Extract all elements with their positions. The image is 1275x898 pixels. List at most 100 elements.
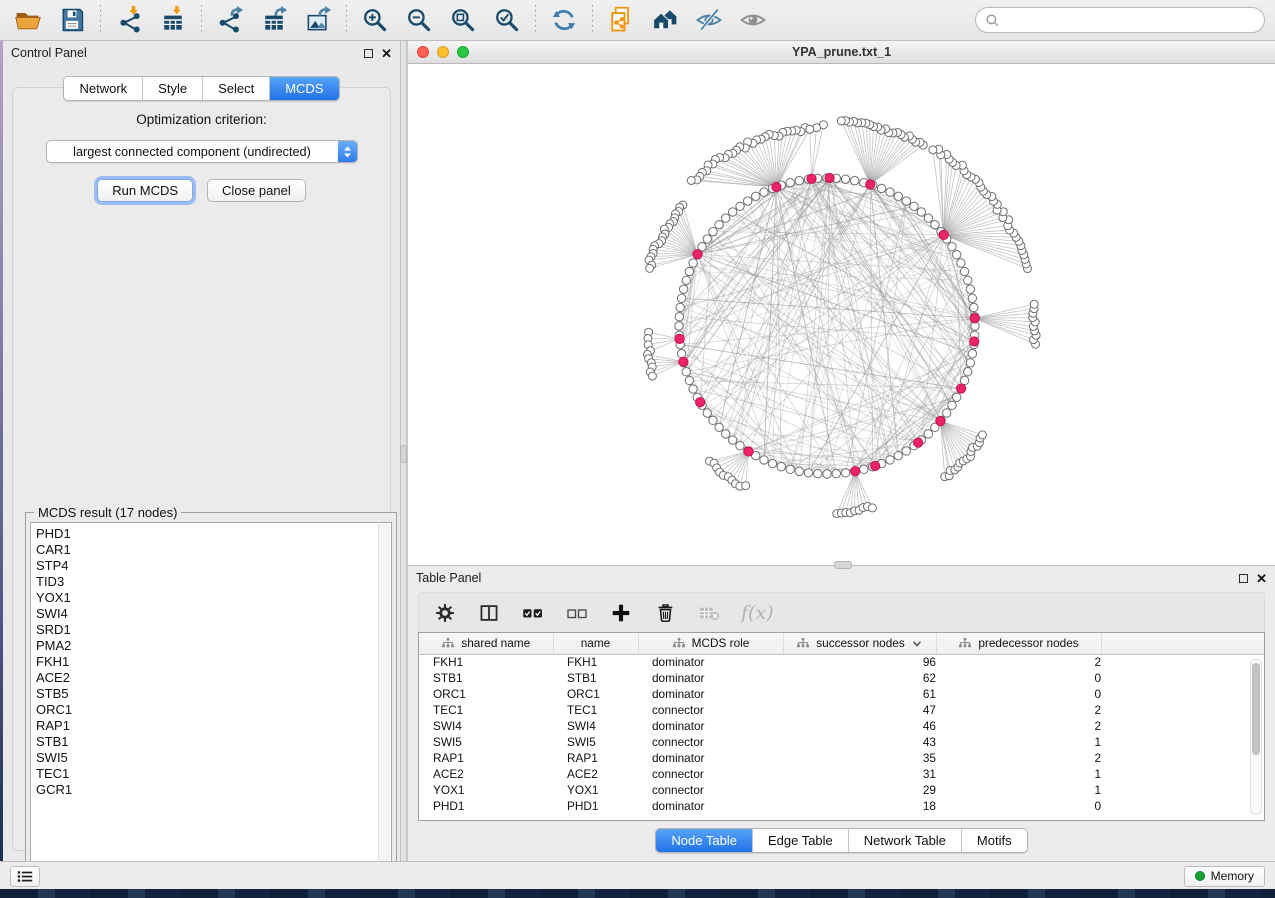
- network-node[interactable]: [709, 416, 717, 424]
- network-node[interactable]: [676, 303, 684, 311]
- network-node[interactable]: [646, 264, 654, 272]
- tab-select[interactable]: Select: [203, 77, 270, 100]
- mcds-node[interactable]: [744, 447, 753, 456]
- mcds-result-list[interactable]: PHD1 CAR1 STP4 TID3 YOX1 SWI4 SRD1 PMA2 …: [30, 522, 392, 879]
- network-node[interactable]: [970, 303, 978, 311]
- apply-layout-button[interactable]: [546, 3, 582, 37]
- network-node[interactable]: [736, 442, 744, 450]
- mcds-node[interactable]: [939, 230, 948, 239]
- network-node[interactable]: [841, 469, 849, 477]
- bird-eye-view-button[interactable]: [735, 3, 771, 37]
- table-settings-button[interactable]: [433, 601, 457, 625]
- network-node[interactable]: [964, 368, 972, 376]
- network-node[interactable]: [786, 178, 794, 186]
- network-node[interactable]: [868, 504, 876, 512]
- import-table-button[interactable]: [155, 3, 191, 37]
- table-scrollbar-thumb[interactable]: [1252, 663, 1260, 755]
- table-row[interactable]: SWI5SWI5connector431: [419, 734, 1264, 750]
- mcds-node[interactable]: [772, 182, 781, 191]
- network-node[interactable]: [742, 482, 750, 490]
- mcds-node[interactable]: [851, 467, 860, 476]
- network-node[interactable]: [952, 251, 960, 259]
- create-column-button[interactable]: [609, 601, 633, 625]
- network-node[interactable]: [929, 146, 937, 154]
- network-node[interactable]: [804, 469, 812, 477]
- memory-button[interactable]: Memory: [1184, 866, 1265, 887]
- mcds-node[interactable]: [970, 314, 979, 323]
- list-item[interactable]: STB5: [36, 686, 391, 702]
- network-node[interactable]: [752, 192, 760, 200]
- network-node[interactable]: [760, 188, 768, 196]
- network-node[interactable]: [964, 276, 972, 284]
- export-table-button[interactable]: [256, 3, 292, 37]
- list-item[interactable]: SRD1: [36, 622, 391, 638]
- table-row[interactable]: RAP1RAP1dominator352: [419, 750, 1264, 766]
- table-row[interactable]: TEC1TEC1connector472: [419, 702, 1264, 718]
- network-node[interactable]: [679, 285, 687, 293]
- network-node[interactable]: [924, 430, 932, 438]
- minimize-window-icon[interactable]: [437, 46, 449, 58]
- tab-edge-table[interactable]: Edge Table: [753, 829, 849, 852]
- network-node[interactable]: [728, 436, 736, 444]
- list-item[interactable]: PMA2: [36, 638, 391, 654]
- network-node[interactable]: [687, 176, 695, 184]
- network-node[interactable]: [966, 285, 974, 293]
- new-network-from-selection-button[interactable]: [603, 3, 639, 37]
- network-node[interactable]: [721, 214, 729, 222]
- network-node[interactable]: [715, 220, 723, 228]
- close-panel-icon[interactable]: ✕: [1256, 572, 1267, 585]
- mcds-node[interactable]: [970, 337, 979, 346]
- network-node[interactable]: [957, 259, 965, 267]
- list-item[interactable]: TEC1: [36, 766, 391, 782]
- network-node[interactable]: [902, 447, 910, 455]
- tab-network[interactable]: Network: [64, 77, 143, 100]
- task-history-button[interactable]: [10, 866, 40, 887]
- network-node[interactable]: [703, 409, 711, 417]
- network-node[interactable]: [948, 242, 956, 250]
- select-all-rows-button[interactable]: [521, 601, 545, 625]
- save-session-button[interactable]: [54, 3, 90, 37]
- list-item[interactable]: PHD1: [36, 526, 391, 542]
- network-node[interactable]: [931, 220, 939, 228]
- mcds-node[interactable]: [679, 357, 688, 366]
- close-window-icon[interactable]: [417, 46, 429, 58]
- tab-style[interactable]: Style: [143, 77, 203, 100]
- deselect-all-rows-button[interactable]: [565, 601, 589, 625]
- network-node[interactable]: [886, 188, 894, 196]
- network-node[interactable]: [814, 470, 822, 478]
- network-node[interactable]: [795, 467, 803, 475]
- network-node[interactable]: [877, 184, 885, 192]
- list-item[interactable]: GCR1: [36, 782, 391, 798]
- fit-content-button[interactable]: [445, 3, 481, 37]
- close-panel-button[interactable]: Close panel: [207, 179, 306, 202]
- column-header-mcds-role[interactable]: MCDS role: [638, 633, 783, 654]
- network-node[interactable]: [777, 463, 785, 471]
- network-node[interactable]: [894, 192, 902, 200]
- mcds-node[interactable]: [866, 180, 875, 189]
- column-header-predecessor-nodes[interactable]: predecessor nodes: [936, 633, 1101, 654]
- network-node[interactable]: [685, 376, 693, 384]
- column-header-successor-nodes[interactable]: successor nodes: [783, 633, 936, 654]
- mcds-node[interactable]: [807, 174, 816, 183]
- mcds-node[interactable]: [936, 417, 945, 426]
- network-node[interactable]: [902, 197, 910, 205]
- network-node[interactable]: [1030, 300, 1038, 308]
- network-node[interactable]: [685, 267, 693, 275]
- network-node[interactable]: [806, 125, 814, 133]
- column-header-name[interactable]: name: [553, 633, 638, 654]
- network-node[interactable]: [860, 465, 868, 473]
- network-node[interactable]: [837, 117, 845, 125]
- network-node[interactable]: [948, 401, 956, 409]
- network-node[interactable]: [952, 393, 960, 401]
- mcds-node[interactable]: [696, 398, 705, 407]
- network-node[interactable]: [943, 409, 951, 417]
- table-row[interactable]: ACE2ACE2connector311: [419, 766, 1264, 782]
- network-node[interactable]: [743, 197, 751, 205]
- network-node[interactable]: [715, 423, 723, 431]
- network-node[interactable]: [978, 431, 986, 439]
- float-panel-icon[interactable]: [1239, 574, 1248, 583]
- search-box[interactable]: [975, 7, 1265, 33]
- network-node[interactable]: [675, 313, 683, 321]
- network-node[interactable]: [689, 385, 697, 393]
- network-node[interactable]: [924, 214, 932, 222]
